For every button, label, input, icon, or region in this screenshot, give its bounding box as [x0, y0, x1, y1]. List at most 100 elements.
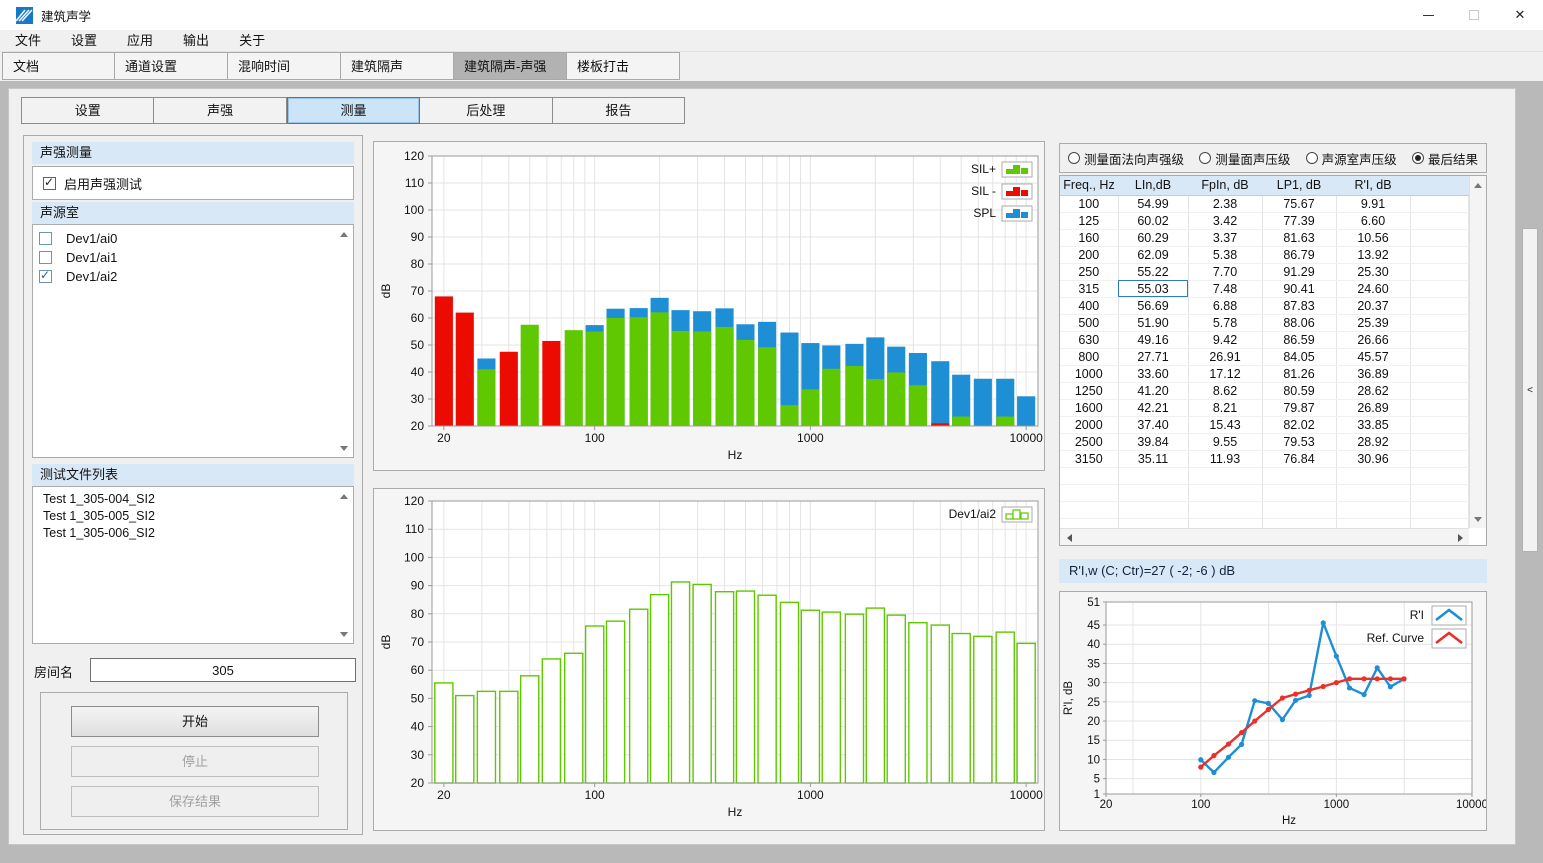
table-cell-0-2[interactable]: 2.38 [1188, 195, 1262, 212]
table-cell-11-1[interactable]: 41.20 [1118, 382, 1188, 399]
sub-tab-3[interactable]: 后处理 [420, 97, 552, 124]
table-cell-4-0[interactable]: 250 [1060, 263, 1118, 280]
table-cell-6-2[interactable]: 6.88 [1188, 297, 1262, 314]
radio-button-2[interactable] [1306, 152, 1318, 164]
table-cell-0-3[interactable]: 75.67 [1262, 195, 1336, 212]
table-cell-10-0[interactable]: 1000 [1060, 365, 1118, 382]
table-cell-11-3[interactable]: 80.59 [1262, 382, 1336, 399]
table-cell-13-1[interactable]: 37.40 [1118, 416, 1188, 433]
table-cell-10-2[interactable]: 17.12 [1188, 365, 1262, 382]
table-cell-2-5[interactable] [1410, 229, 1469, 246]
main-tab-5[interactable]: 楼板打击 [567, 52, 680, 80]
table-cell-6-5[interactable] [1410, 297, 1469, 314]
start-button[interactable]: 开始 [71, 706, 319, 737]
table-cell-1-0[interactable]: 125 [1060, 212, 1118, 229]
main-tab-4[interactable]: 建筑隔声-声强 [454, 52, 567, 80]
radio-button-1[interactable] [1199, 152, 1211, 164]
maximize-button[interactable] [1451, 0, 1497, 30]
table-cell-6-0[interactable]: 400 [1060, 297, 1118, 314]
table-cell-13-4[interactable]: 33.85 [1336, 416, 1410, 433]
table-cell-10-1[interactable]: 33.60 [1118, 365, 1188, 382]
table-cell-2-4[interactable]: 10.56 [1336, 229, 1410, 246]
room-name-input[interactable] [90, 658, 356, 682]
table-cell-15-5[interactable] [1410, 450, 1469, 467]
table-cell-5-2[interactable]: 7.48 [1188, 280, 1262, 297]
table-scroll-right[interactable] [1455, 533, 1465, 543]
menu-item-1[interactable]: 设置 [56, 30, 112, 52]
panel-collapse-handle[interactable]: < [1522, 228, 1538, 552]
table-cell-13-5[interactable] [1410, 416, 1469, 433]
channel-item-2[interactable]: Dev1/ai2 [33, 267, 353, 285]
table-cell-8-2[interactable]: 9.42 [1188, 331, 1262, 348]
table-cell-2-0[interactable]: 160 [1060, 229, 1118, 246]
table-cell-13-3[interactable]: 82.02 [1262, 416, 1336, 433]
table-cell-14-4[interactable]: 28.92 [1336, 433, 1410, 450]
channel-list-scroll-down[interactable] [339, 443, 349, 453]
file-list-scroll-down[interactable] [339, 629, 349, 639]
table-cell-0-1[interactable]: 54.99 [1118, 195, 1188, 212]
table-cell-8-1[interactable]: 49.16 [1118, 331, 1188, 348]
table-vertical-scrollbar[interactable] [1469, 176, 1486, 528]
table-cell-14-2[interactable]: 9.55 [1188, 433, 1262, 450]
table-cell-9-2[interactable]: 26.91 [1188, 348, 1262, 365]
table-cell-9-0[interactable]: 800 [1060, 348, 1118, 365]
table-cell-11-2[interactable]: 8.62 [1188, 382, 1262, 399]
minimize-button[interactable] [1405, 0, 1451, 30]
table-cell-5-0[interactable]: 315 [1060, 280, 1118, 297]
table-cell-10-5[interactable] [1410, 365, 1469, 382]
channel-checkbox-0[interactable] [39, 232, 52, 245]
table-cell-15-2[interactable]: 11.93 [1188, 450, 1262, 467]
table-cell-6-4[interactable]: 20.37 [1336, 297, 1410, 314]
table-cell-3-3[interactable]: 86.79 [1262, 246, 1336, 263]
main-tab-0[interactable]: 文档 [2, 52, 115, 80]
table-horizontal-scrollbar[interactable] [1060, 528, 1469, 545]
table-cell-9-3[interactable]: 84.05 [1262, 348, 1336, 365]
table-cell-0-4[interactable]: 9.91 [1336, 195, 1410, 212]
main-tab-1[interactable]: 通道设置 [115, 52, 228, 80]
file-item-1[interactable]: Test 1_305-005_SI2 [33, 509, 353, 524]
table-cell-4-2[interactable]: 7.70 [1188, 263, 1262, 280]
table-scroll-up[interactable] [1473, 180, 1483, 190]
enable-intensity-checkbox[interactable] [43, 177, 56, 190]
table-cell-5-4[interactable]: 24.60 [1336, 280, 1410, 297]
table-cell-4-4[interactable]: 25.30 [1336, 263, 1410, 280]
table-cell-6-3[interactable]: 87.83 [1262, 297, 1336, 314]
radio-option-3[interactable]: 最后结果 [1412, 149, 1478, 168]
channel-item-1[interactable]: Dev1/ai1 [33, 248, 353, 266]
table-cell-8-4[interactable]: 26.66 [1336, 331, 1410, 348]
table-cell-14-0[interactable]: 2500 [1060, 433, 1118, 450]
table-cell-2-1[interactable]: 60.29 [1118, 229, 1188, 246]
table-cell-5-3[interactable]: 90.41 [1262, 280, 1336, 297]
main-tab-3[interactable]: 建筑隔声 [341, 52, 454, 80]
table-cell-2-2[interactable]: 3.37 [1188, 229, 1262, 246]
table-cell-8-3[interactable]: 86.59 [1262, 331, 1336, 348]
table-cell-11-4[interactable]: 28.62 [1336, 382, 1410, 399]
table-cell-3-0[interactable]: 200 [1060, 246, 1118, 263]
table-cell-3-1[interactable]: 62.09 [1118, 246, 1188, 263]
table-cell-6-1[interactable]: 56.69 [1118, 297, 1188, 314]
table-cell-14-1[interactable]: 39.84 [1118, 433, 1188, 450]
table-cell-8-0[interactable]: 630 [1060, 331, 1118, 348]
enable-intensity-row[interactable]: 启用声强测试 [33, 167, 353, 199]
table-cell-7-1[interactable]: 51.90 [1118, 314, 1188, 331]
channel-list-scroll-up[interactable] [339, 229, 349, 239]
table-cell-5-5[interactable] [1410, 280, 1469, 297]
radio-option-1[interactable]: 测量面声压级 [1199, 149, 1290, 168]
radio-option-0[interactable]: 测量面法向声强级 [1068, 149, 1184, 168]
table-cell-2-3[interactable]: 81.63 [1262, 229, 1336, 246]
table-cell-14-3[interactable]: 79.53 [1262, 433, 1336, 450]
stop-button[interactable]: 停止 [71, 746, 319, 777]
radio-button-0[interactable] [1068, 152, 1080, 164]
table-cell-12-3[interactable]: 79.87 [1262, 399, 1336, 416]
table-cell-10-4[interactable]: 36.89 [1336, 365, 1410, 382]
table-cell-12-5[interactable] [1410, 399, 1469, 416]
table-cell-3-2[interactable]: 5.38 [1188, 246, 1262, 263]
sub-tab-1[interactable]: 声强 [154, 97, 286, 124]
table-cell-3-5[interactable] [1410, 246, 1469, 263]
table-cell-15-1[interactable]: 35.11 [1118, 450, 1188, 467]
table-cell-4-5[interactable] [1410, 263, 1469, 280]
menu-item-3[interactable]: 输出 [168, 30, 224, 52]
table-cell-10-3[interactable]: 81.26 [1262, 365, 1336, 382]
table-cell-12-0[interactable]: 1600 [1060, 399, 1118, 416]
table-cell-5-1[interactable]: 55.03 [1118, 280, 1188, 297]
